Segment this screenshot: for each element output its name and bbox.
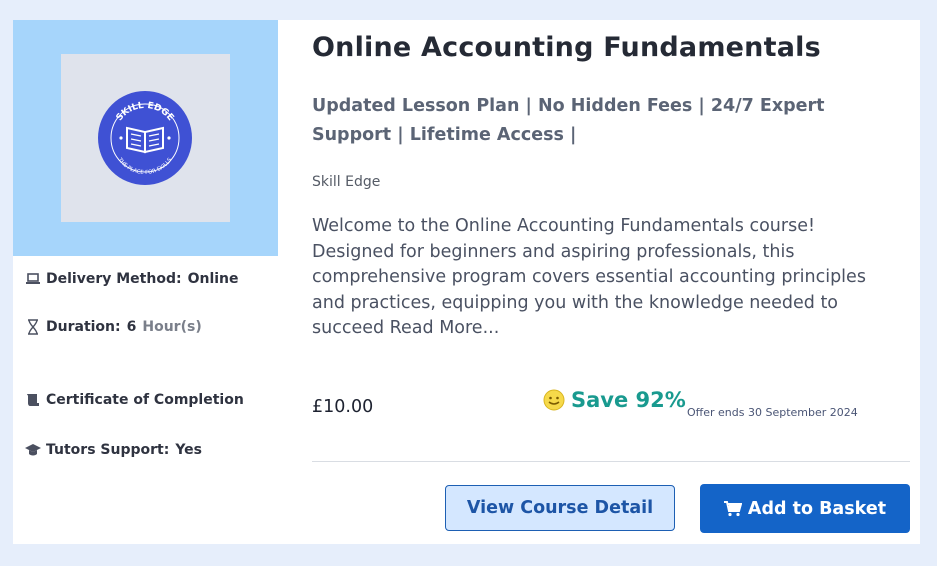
tutors-value: Yes (175, 442, 202, 458)
divider (312, 461, 910, 462)
save-badge: Save 92% (543, 388, 686, 412)
thumbnail-frame: SKILL EDGE THE PLACE FOR SKILLS (61, 54, 230, 222)
view-course-detail-button[interactable]: View Course Detail (445, 485, 675, 531)
duration: Duration: 6 Hour(s) (25, 319, 202, 335)
offer-end-date: Offer ends 30 September 2024 (687, 406, 858, 419)
view-course-detail-label: View Course Detail (466, 498, 654, 518)
course-provider: Skill Edge (312, 174, 381, 190)
course-title[interactable]: Online Accounting Fundamentals (312, 32, 912, 63)
save-text: Save 92% (571, 388, 686, 412)
delivery-value: Online (187, 271, 239, 287)
delivery-method: Delivery Method: Online (25, 271, 239, 287)
course-card: SKILL EDGE THE PLACE FOR SKILLS Delivery… (13, 20, 920, 544)
smile-icon (543, 389, 565, 411)
course-sidebar: SKILL EDGE THE PLACE FOR SKILLS Delivery… (13, 20, 278, 544)
certificate-label: Certificate of Completion (46, 392, 244, 408)
duration-label: Duration: (46, 319, 121, 335)
cart-icon (723, 500, 742, 516)
add-to-basket-button[interactable]: Add to Basket (700, 484, 910, 533)
tutors-label: Tutors Support: (46, 442, 170, 458)
hourglass-icon (28, 319, 38, 335)
course-description: Welcome to the Online Accounting Fundame… (312, 216, 866, 339)
course-highlights: Updated Lesson Plan | No Hidden Fees | 2… (312, 96, 825, 145)
duration-value: 6 (126, 319, 137, 335)
skill-edge-logo: SKILL EDGE THE PLACE FOR SKILLS (98, 91, 192, 185)
delivery-label: Delivery Method: (46, 271, 182, 287)
duration-unit: Hour(s) (142, 319, 202, 335)
course-thumbnail[interactable]: SKILL EDGE THE PLACE FOR SKILLS (13, 20, 278, 256)
certificate-icon (27, 394, 39, 406)
add-to-basket-label: Add to Basket (747, 498, 887, 519)
course-price: £10.00 (312, 397, 374, 417)
certificate: Certificate of Completion (25, 392, 244, 408)
graduation-cap-icon (25, 444, 41, 456)
laptop-icon (26, 273, 40, 284)
tutors-support: Tutors Support: Yes (25, 442, 202, 458)
